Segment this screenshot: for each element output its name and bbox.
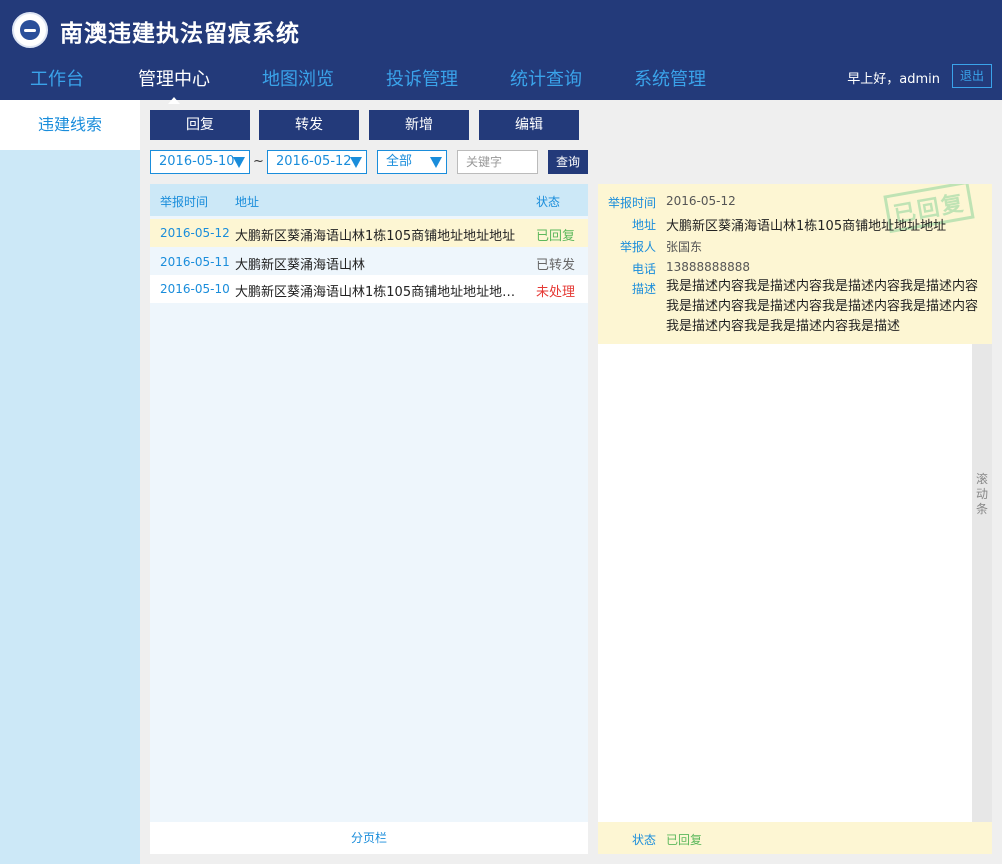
nav-workbench[interactable]: 工作台	[30, 65, 84, 91]
header-report-time: 举报时间	[160, 195, 209, 209]
status-filter-select[interactable]: 全部	[377, 150, 447, 174]
query-button[interactable]: 查询	[548, 150, 588, 174]
detail-phone-value: 13888888888	[666, 260, 750, 274]
row-address: 大鹏新区葵涌海语山林1栋105商铺地址地址地址地址	[235, 285, 520, 300]
chevron-down-icon	[430, 157, 442, 168]
detail-reporter-label: 举报人	[619, 240, 656, 254]
detail-status-value: 已回复	[666, 833, 703, 847]
pagination-bar[interactable]: 分页栏	[150, 822, 588, 854]
list-row[interactable]: 2016-05-12 大鹏新区葵涌海语山林1栋105商铺地址地址地址 已回复	[150, 219, 588, 247]
row-address: 大鹏新区葵涌海语山林	[235, 258, 366, 273]
start-date-select[interactable]: 2016-05-10	[150, 150, 250, 174]
header-status: 状态	[536, 195, 561, 209]
logout-button[interactable]: 退出	[952, 64, 992, 88]
nav-map-browse[interactable]: 地图浏览	[262, 65, 334, 91]
edit-button[interactable]: 编辑	[479, 110, 579, 140]
app-title: 南澳违建执法留痕系统	[60, 21, 300, 47]
row-report-time: 2016-05-10	[160, 282, 230, 296]
chevron-down-icon	[350, 157, 362, 168]
detail-time-value: 2016-05-12	[666, 194, 736, 208]
row-status: 已回复	[536, 229, 576, 244]
sidebar: 违建线索	[0, 100, 140, 864]
sidebar-item-violation-clues[interactable]: 违建线索	[0, 100, 140, 150]
end-date-select[interactable]: 2016-05-12	[267, 150, 367, 174]
keyword-input[interactable]: 关键字	[457, 150, 538, 174]
detail-status-bar: 状态 已回复	[598, 822, 992, 854]
row-status: 已转发	[536, 258, 576, 273]
list-header: 举报时间 地址 状态	[150, 184, 588, 216]
list-row[interactable]: 2016-05-10 大鹏新区葵涌海语山林1栋105商铺地址地址地址地址 未处理	[150, 275, 588, 303]
header-address: 地址	[235, 195, 260, 209]
detail-time-label: 举报时间	[607, 196, 656, 210]
end-date-value: 2016-05-12	[276, 154, 352, 169]
forward-button[interactable]: 转发	[259, 110, 359, 140]
detail-status-label: 状态	[632, 833, 657, 847]
detail-scrollbar[interactable]: 滚动条	[972, 344, 992, 822]
status-filter-value: 全部	[386, 154, 413, 169]
row-report-time: 2016-05-12	[160, 226, 230, 240]
clue-detail: 已回复 举报时间 2016-05-12 地址 大鹏新区葵涌海语山林1栋105商铺…	[598, 184, 992, 854]
detail-summary: 已回复 举报时间 2016-05-12 地址 大鹏新区葵涌海语山林1栋105商铺…	[598, 184, 992, 344]
row-address: 大鹏新区葵涌海语山林1栋105商铺地址地址地址	[235, 229, 516, 244]
detail-reporter-value: 张国东	[666, 240, 703, 254]
detail-phone-label: 电话	[631, 262, 656, 276]
row-report-time: 2016-05-11	[160, 255, 230, 269]
detail-address-value: 大鹏新区葵涌海语山林1栋105商铺地址地址地址	[666, 219, 947, 234]
list-row[interactable]: 2016-05-11 大鹏新区葵涌海语山林 已转发	[150, 248, 588, 276]
clue-list: 举报时间 地址 状态 2016-05-12 大鹏新区葵涌海语山林1栋105商铺地…	[150, 184, 588, 854]
detail-address-label: 地址	[631, 218, 656, 232]
nav-system-management[interactable]: 系统管理	[634, 65, 706, 91]
nav-management-center[interactable]: 管理中心	[138, 65, 210, 104]
start-date-value: 2016-05-10	[159, 154, 235, 169]
add-button[interactable]: 新增	[369, 110, 469, 140]
nav-statistics-query[interactable]: 统计查询	[510, 65, 582, 91]
detail-desc-label: 描述	[631, 282, 656, 296]
row-status: 未处理	[536, 285, 576, 300]
nav-complaint-management[interactable]: 投诉管理	[386, 65, 458, 91]
reply-button[interactable]: 回复	[150, 110, 250, 140]
scrollbar-label: 滚动条	[975, 472, 988, 516]
user-greeting: 早上好，admin	[847, 72, 940, 87]
detail-desc-value: 我是描述内容我是描述内容我是描述内容我是描述内容我是描述内容我是描述内容我是描述…	[666, 279, 979, 334]
date-range-separator: ~	[253, 154, 264, 169]
chevron-down-icon	[233, 157, 245, 168]
logo-icon	[12, 12, 48, 48]
